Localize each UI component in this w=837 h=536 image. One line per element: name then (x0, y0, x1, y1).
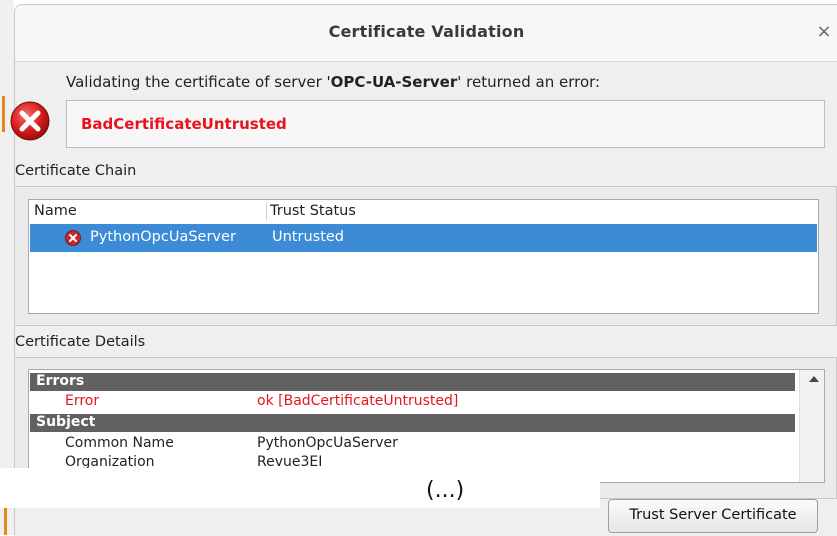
certificate-chain-table[interactable]: Name Trust Status PythonOpcUaServer Untr… (28, 199, 819, 314)
detail-value: ok [BadCertificateUntrusted] (257, 393, 459, 409)
trust-server-certificate-button[interactable]: Trust Server Certificate (608, 499, 818, 533)
vertical-scrollbar[interactable] (799, 370, 824, 482)
group-header-errors[interactable]: Errors (30, 373, 795, 391)
cert-name: PythonOpcUaServer (90, 229, 236, 245)
error-icon (10, 101, 50, 141)
certificate-details-tree[interactable]: Errors Error ok [BadCertificateUntrusted… (28, 369, 825, 483)
detail-row[interactable]: Common Name PythonOpcUaServer (30, 434, 795, 454)
error-code: BadCertificateUntrusted (81, 115, 287, 133)
background-accent (2, 96, 5, 132)
error-code-box: BadCertificateUntrusted (66, 100, 825, 148)
certificate-details-label: Certificate Details (15, 334, 146, 350)
detail-value: PythonOpcUaServer (257, 435, 398, 451)
background-accent (4, 505, 7, 535)
table-row[interactable]: PythonOpcUaServer Untrusted (30, 224, 817, 252)
column-header-name[interactable]: Name (34, 203, 77, 219)
server-name: OPC-UA-Server (330, 73, 458, 91)
certificate-chain-label: Certificate Chain (15, 163, 137, 179)
column-divider (266, 202, 267, 220)
group-header-subject[interactable]: Subject (30, 414, 795, 432)
detail-row[interactable]: Error ok [BadCertificateUntrusted] (30, 392, 795, 412)
error-icon (65, 230, 81, 246)
truncation-band (0, 468, 600, 508)
error-message: Validating the certificate of server 'OP… (66, 73, 601, 91)
truncation-marker: (...) (426, 478, 465, 503)
column-header-trust-status[interactable]: Trust Status (270, 203, 356, 219)
table-header: Name Trust Status (29, 200, 818, 223)
detail-key: Common Name (65, 435, 174, 451)
close-button[interactable]: × (814, 21, 834, 42)
cert-trust-status: Untrusted (272, 229, 345, 245)
detail-key: Error (65, 393, 100, 409)
dialog-title: Certificate Validation (328, 22, 525, 41)
title-bar: Certificate Validation × (15, 5, 837, 62)
scroll-up-arrow-icon[interactable] (809, 376, 819, 382)
background-window (0, 0, 14, 535)
